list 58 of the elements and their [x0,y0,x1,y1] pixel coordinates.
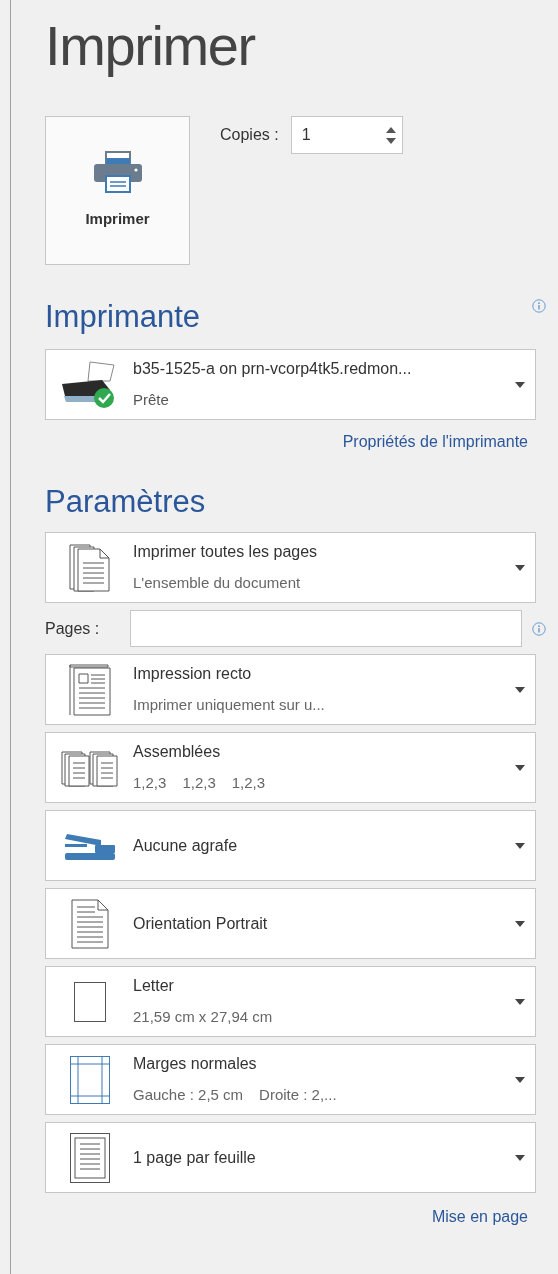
settings-dropdown[interactable]: Letter 21,59 cm x 27,94 cm [45,966,536,1037]
margins-icon [68,1054,111,1105]
printer-icon [92,150,143,195]
printer-dropdown[interactable]: b35-1525-a on prn-vcorp4tk5.redmon... Prête [45,349,536,420]
option-detail: 1,2,3 [182,773,216,794]
copies-label: Copies : [220,125,279,145]
settings-dropdown[interactable]: Impression recto Imprimer uniquement sur u... [45,654,536,725]
option-detail: Imprimer uniquement sur u... [133,695,325,716]
down-arrow-icon[interactable] [385,137,396,144]
option-title: Imprimer toutes les pages [133,542,319,563]
section-heading: Paramètres [45,483,207,521]
option-title: 1 page par feuille [133,1147,257,1168]
copies-spinner[interactable]: 1 [290,116,403,154]
printer-name: b35-1525-a on prn-vcorp4tk5.redmon... [133,359,413,380]
page-setup-link[interactable]: Mise en page [431,1205,528,1229]
caret-icon [515,920,525,927]
collated-pages-icon [60,748,119,787]
option-detail: 1,2,3 [133,773,167,794]
document-icon [67,662,112,717]
option-detail: L'ensemble du document [133,573,301,594]
option-title: Assemblées [133,742,222,763]
option-detail: Gauche : 2,5 cm [133,1085,244,1106]
caret-icon [515,686,525,693]
settings-dropdown[interactable]: Imprimer toutes les pages L'ensemble du document [45,532,536,603]
caret-icon [515,842,525,849]
caret-icon [515,564,525,571]
printer-status: Prête [133,390,170,411]
option-title: Marges normales [133,1054,258,1075]
settings-dropdown[interactable]: Assemblées 1,2,3 1,2,3 1,2,3 [45,732,536,803]
caret-icon [515,1154,525,1161]
option-title: Aucune agrafe [133,835,239,856]
caret-icon [515,381,525,388]
settings-dropdown[interactable]: Aucune agrafe [45,810,536,881]
portrait-page-icon [69,897,110,950]
printer-properties-link[interactable]: Propriétés de l'imprimante [342,430,528,454]
up-arrow-icon[interactable] [385,126,396,133]
settings-dropdown[interactable]: Orientation Portrait [45,888,536,959]
option-detail: 1,2,3 [231,773,266,794]
option-title: Orientation Portrait [133,913,269,934]
pages-input-field[interactable] [130,610,522,647]
settings-dropdown[interactable]: Marges normales Gauche : 2,5 cm Droite : 2,... [45,1044,536,1115]
stacked-pages-icon [67,542,112,593]
option-title: Impression recto [133,664,253,685]
option-detail: Droite : 2,... [259,1085,337,1106]
blank-page-icon [72,980,107,1023]
caret-icon [515,764,525,771]
pages-label: Pages : [45,618,101,639]
print-button[interactable]: Imprimer [45,116,190,265]
option-detail: 21,59 cm x 27,94 cm [133,1007,273,1028]
caret-icon [515,998,525,1005]
page-per-sheet-icon [68,1131,111,1184]
option-title: Letter [133,976,175,997]
info-icon[interactable] [532,621,546,636]
info-icon[interactable] [532,299,546,313]
page-title: Imprimer [45,13,257,79]
section-heading: Imprimante [45,298,201,336]
caret-icon [515,1076,525,1083]
settings-dropdown[interactable]: 1 page par feuille [45,1122,536,1193]
